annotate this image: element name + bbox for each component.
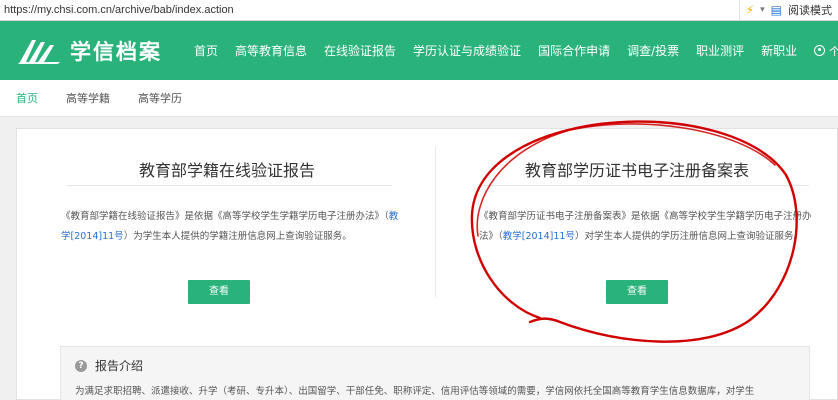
card-separator xyxy=(435,147,436,297)
desc-text: 《教育部学籍在线验证报告》是依据《高等学校学生学籍学历电子注册办法》（ xyxy=(61,211,389,222)
breadcrumb-academic-degree[interactable]: 高等学历 xyxy=(138,90,182,106)
breadcrumb-student-status[interactable]: 高等学籍 xyxy=(66,90,110,106)
reader-mode-button[interactable]: 阅读模式 xyxy=(788,2,832,18)
site-header: 学信档案 首页 高等教育信息 在线验证报告 学历认证与成绩验证 国际合作申请 调… xyxy=(0,21,838,80)
nav-item-certification[interactable]: 学历认证与成绩验证 xyxy=(413,42,521,59)
breadcrumb-home[interactable]: 首页 xyxy=(16,90,38,106)
user-center-label: 个人中 xyxy=(829,44,838,58)
intro-header: ? 报告介绍 xyxy=(75,357,143,374)
logo-book-icon xyxy=(18,39,60,64)
browser-address-bar: https://my.chsi.com.cn/archive/bab/index… xyxy=(0,0,838,21)
reader-mode-icon[interactable]: ▤ xyxy=(771,4,782,16)
nav-item-international[interactable]: 国际合作申请 xyxy=(538,42,610,59)
card-title: 教育部学历证书电子注册备案表 xyxy=(524,161,749,180)
site-logo[interactable]: 学信档案 xyxy=(18,36,162,66)
card-description: 《教育部学籍在线验证报告》是依据《高等学校学生学籍学历电子注册办法》（教学[20… xyxy=(61,207,401,247)
nav-item-home[interactable]: 首页 xyxy=(194,42,218,59)
report-intro-box: ? 报告介绍 为满足求职招聘、派遣接收、升学（考研、专升本）、出国留学、干部任免… xyxy=(60,346,810,400)
desc-text: ）对学生本人提供的学历注册信息网上查询验证服务。 xyxy=(574,231,803,242)
intro-text: 为满足求职招聘、派遣接收、升学（考研、专升本）、出国留学、干部任免、职称评定、信… xyxy=(75,386,755,397)
main-nav: 首页 高等教育信息 在线验证报告 学历认证与成绩验证 国际合作申请 调查/投票 … xyxy=(194,42,814,59)
address-bar-tools: ⚡ ▾ ▤ 阅读模式 xyxy=(738,0,838,20)
nav-item-survey[interactable]: 调查/投票 xyxy=(627,42,679,59)
lightning-icon[interactable]: ⚡ xyxy=(746,4,754,16)
card-divider xyxy=(479,185,809,186)
chevron-down-icon[interactable]: ▾ xyxy=(760,5,765,15)
view-button[interactable]: 查看 xyxy=(188,280,250,304)
user-icon xyxy=(814,45,826,56)
view-button[interactable]: 查看 xyxy=(606,280,668,304)
nav-item-online-verification[interactable]: 在线验证报告 xyxy=(324,42,396,59)
card-divider xyxy=(67,185,392,186)
nav-item-new-career[interactable]: 新职业 xyxy=(761,42,797,59)
intro-title: 报告介绍 xyxy=(95,359,144,373)
card-description: 《教育部学历证书电子注册备案表》是依据《高等学校学生学籍学历电子注册办法》（教学… xyxy=(479,207,819,247)
regulation-link[interactable]: 教学[2014]11号 xyxy=(503,231,575,242)
breadcrumb: 首页 高等学籍 高等学历 xyxy=(0,80,838,117)
desc-text: ）为学生本人提供的学籍注册信息网上查询验证服务。 xyxy=(123,231,352,242)
nav-item-higher-education[interactable]: 高等教育信息 xyxy=(235,42,307,59)
nav-item-career-test[interactable]: 职业测评 xyxy=(696,42,744,59)
url-field[interactable]: https://my.chsi.com.cn/archive/bab/index… xyxy=(0,4,739,16)
card-title: 教育部学籍在线验证报告 xyxy=(138,161,315,180)
logo-text: 学信档案 xyxy=(70,39,162,64)
user-center-link[interactable]: 个人中 xyxy=(814,43,838,59)
question-icon: ? xyxy=(75,359,87,372)
